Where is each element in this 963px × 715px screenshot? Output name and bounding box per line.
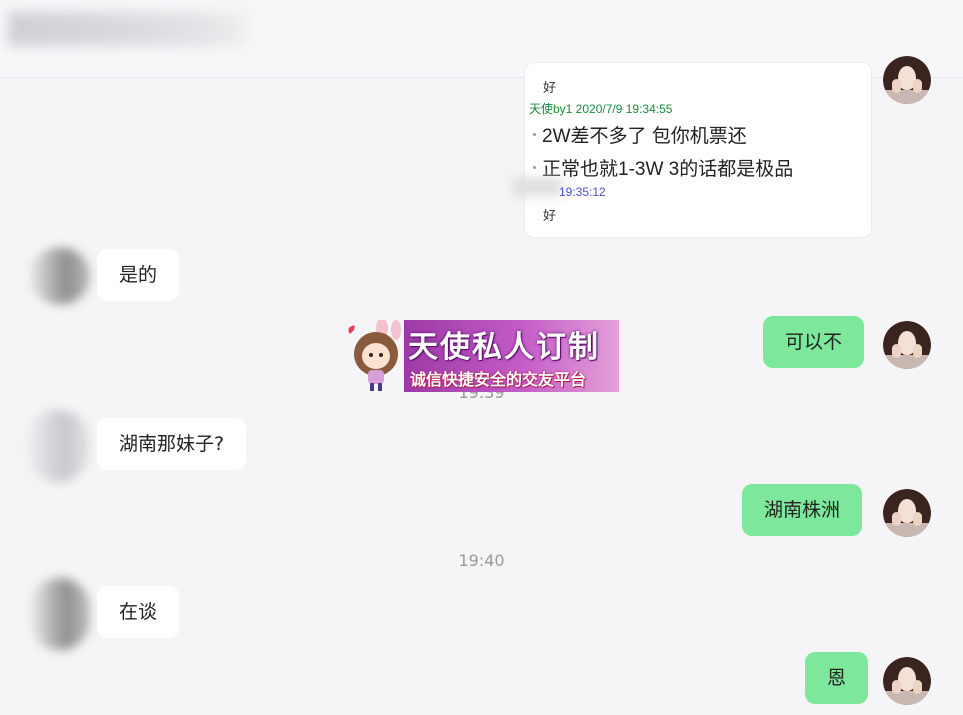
banner-title: 天使私人订制 (408, 330, 600, 365)
bullet-icon (533, 165, 536, 169)
contact-avatar[interactable] (22, 576, 98, 652)
received-message-bubble[interactable]: 在谈 (97, 586, 180, 638)
bullet-icon (533, 132, 536, 136)
quoted-message-card[interactable]: 好 天使by1 2020/7/9 19:34:55 2W差不多了 包你机票还 正… (513, 62, 872, 238)
quote-timestamp-2: 19:35:12 (559, 185, 606, 199)
banner-subtitle: 诚信快捷安全的交友平台 (410, 370, 587, 389)
self-avatar[interactable] (883, 657, 931, 705)
received-message-bubble[interactable]: 湖南那妹子? (97, 418, 247, 470)
cartoon-girl-icon (348, 320, 401, 391)
timestamp: 19:40 (458, 551, 505, 570)
contact-avatar[interactable] (22, 240, 98, 316)
received-message-bubble[interactable]: 是的 (97, 249, 180, 301)
quote-line-2: 正常也就1-3W 3的话都是极品 (533, 154, 793, 181)
blurred-contact-name (8, 12, 248, 46)
self-avatar[interactable] (883, 321, 931, 369)
sent-message-bubble[interactable]: 可以不 (763, 316, 865, 368)
blurred-sender (513, 178, 563, 196)
quote-sender-timestamp: 天使by1 2020/7/9 19:34:55 (529, 102, 673, 116)
self-avatar[interactable] (883, 56, 931, 104)
sent-message-bubble[interactable]: 湖南株洲 (742, 484, 863, 536)
contact-avatar[interactable] (22, 408, 98, 484)
quote-top-reply: 好 (543, 80, 557, 95)
self-avatar[interactable] (883, 489, 931, 537)
sent-message-bubble[interactable]: 恩 (805, 652, 869, 704)
quote-line-1: 2W差不多了 包你机票还 (533, 121, 747, 148)
watermark-banner: 天使私人订制 诚信快捷安全的交友平台 (342, 320, 619, 392)
quote-bottom-reply: 好 (543, 208, 557, 223)
